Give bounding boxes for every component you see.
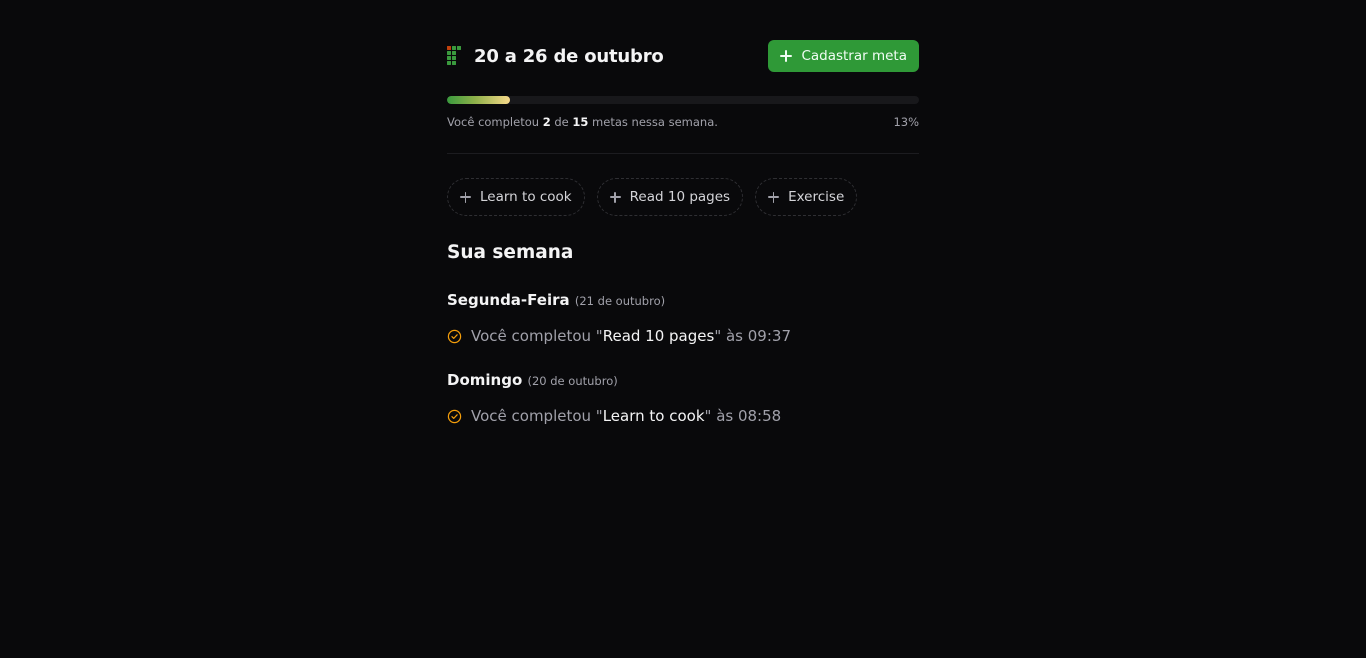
brand: 20 a 26 de outubro [447, 46, 664, 67]
progress-info: Você completou 2 de 15 metas nessa seman… [447, 115, 919, 129]
progress-text-middle: de [550, 115, 573, 129]
day-date: (20 de outubro) [527, 374, 618, 388]
main-container: 20 a 26 de outubro Cadastrar meta Você c… [447, 40, 919, 425]
progress-text-after: metas nessa semana. [588, 115, 718, 129]
plus-icon [609, 191, 621, 203]
pending-goals-list: Learn to cook Read 10 pages Exercise [447, 178, 919, 216]
register-goal-button[interactable]: Cadastrar meta [768, 40, 919, 72]
progress-text-before: Você completou [447, 115, 543, 129]
total-count: 15 [572, 115, 589, 129]
week-section-title: Sua semana [447, 242, 574, 263]
completion-entry: Você completou "Learn to cook" às 08:58 [447, 407, 919, 425]
progress-percent: 13% [893, 115, 919, 129]
day-group: Domingo (20 de outubro) Você completou "… [447, 371, 919, 425]
progress-bar [447, 96, 919, 104]
day-name: Domingo [447, 371, 523, 389]
header: 20 a 26 de outubro Cadastrar meta [447, 40, 919, 72]
check-circle-icon [447, 409, 462, 423]
entry-prefix: Você completou " [471, 407, 603, 425]
plus-icon [780, 50, 793, 62]
progress-fill [447, 96, 510, 104]
entry-goal: Read 10 pages [602, 327, 715, 345]
divider [447, 153, 919, 154]
page-title: 20 a 26 de outubro [474, 45, 664, 67]
pending-goal-label: Learn to cook [480, 189, 572, 205]
pending-goal-button[interactable]: Learn to cook [447, 178, 585, 216]
pending-goal-label: Read 10 pages [629, 189, 731, 205]
completed-count: 2 [542, 115, 551, 129]
plus-icon [460, 191, 471, 203]
pending-goal-button[interactable]: Read 10 pages [596, 178, 744, 216]
completion-entry: Você completou "Read 10 pages" às 09:37 [447, 327, 919, 345]
register-goal-label: Cadastrar meta [801, 48, 907, 64]
pending-goal-label: Exercise [788, 189, 845, 205]
plus-icon [768, 191, 780, 203]
day-name: Segunda-Feira [447, 291, 570, 309]
check-circle-icon [447, 329, 462, 343]
day-group: Segunda-Feira (21 de outubro) Você compl… [447, 291, 919, 345]
pending-goal-button[interactable]: Exercise [755, 178, 858, 216]
progress-summary: Você completou 2 de 15 metas nessa seman… [447, 115, 718, 129]
day-heading: Segunda-Feira (21 de outubro) [447, 291, 919, 309]
entry-text: Você completou "Learn to cook" às 08:58 [471, 407, 781, 425]
entry-prefix: Você completou " [471, 327, 603, 345]
entry-text: Você completou "Read 10 pages" às 09:37 [471, 327, 791, 345]
grid-logo-icon [447, 46, 462, 66]
entry-suffix: " às 09:37 [714, 327, 791, 345]
day-date: (21 de outubro) [574, 294, 666, 308]
day-heading: Domingo (20 de outubro) [447, 371, 919, 389]
entry-goal: Learn to cook [602, 407, 705, 425]
entry-suffix: " às 08:58 [704, 407, 782, 425]
